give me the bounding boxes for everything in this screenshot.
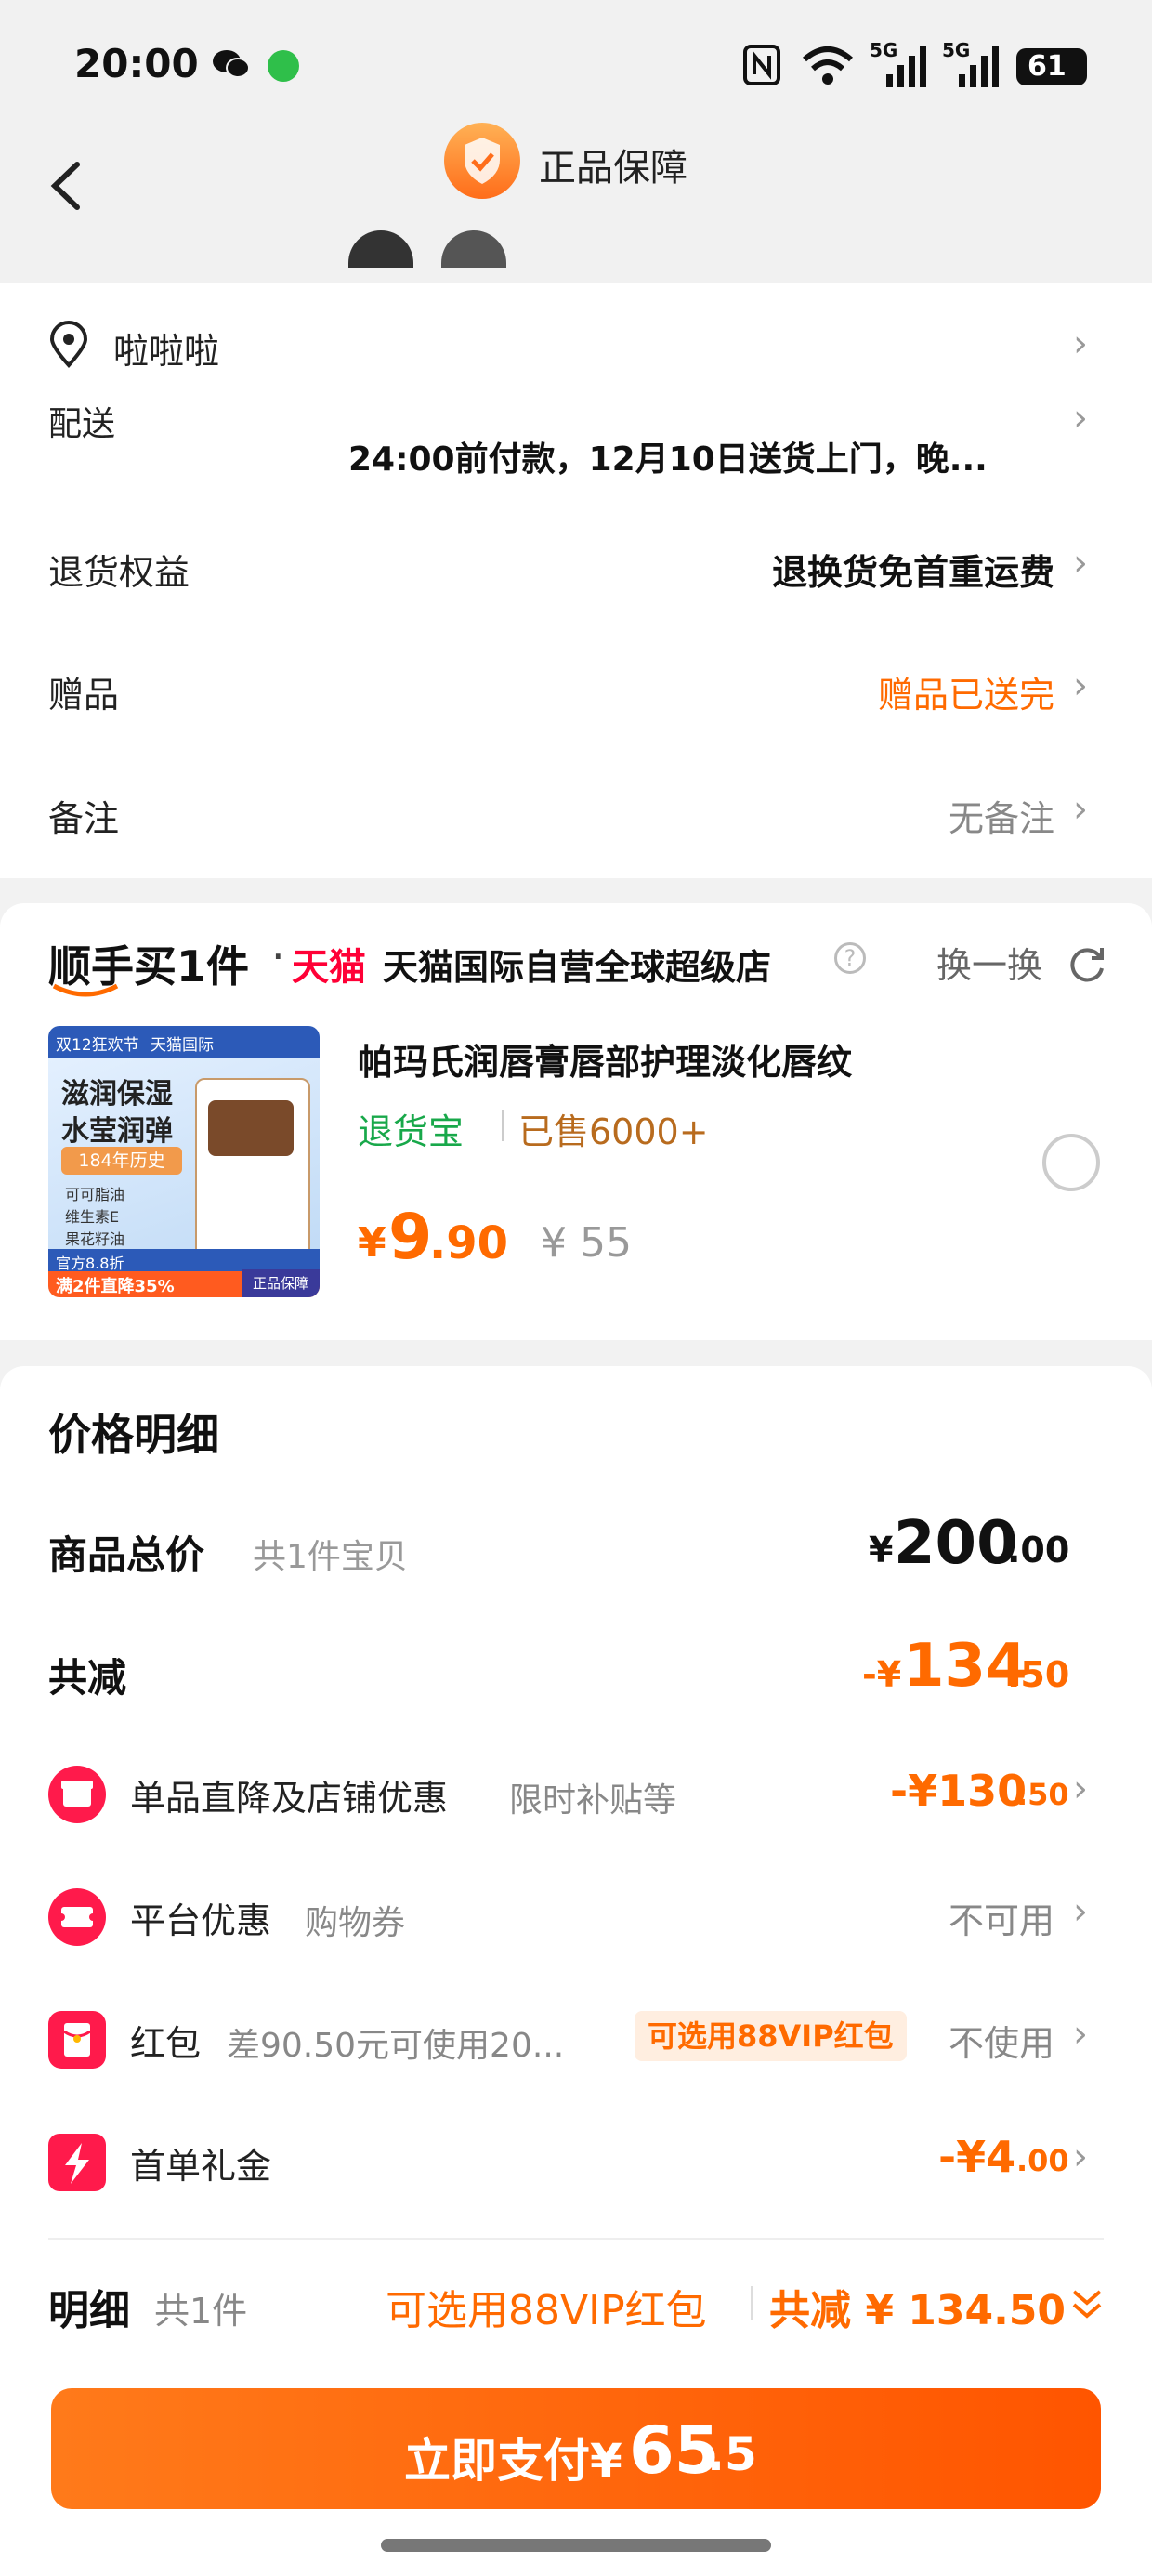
item-chevron-icon[interactable]: ›	[1073, 1768, 1088, 1810]
price-integer: 9	[388, 1201, 433, 1274]
page-header: 正品保障	[0, 112, 1152, 283]
item-label: 单品直降及店铺优惠	[130, 1778, 449, 1819]
help-icon[interactable]: ?	[834, 942, 866, 974]
note-label: 备注	[48, 798, 120, 839]
location-pin-icon	[48, 321, 89, 369]
tmall-brand: 天猫	[292, 946, 366, 989]
signal-1-icon: 5G	[870, 39, 927, 87]
sold-count: 已售6000+	[518, 1111, 709, 1152]
item-value-decimal: .50	[1016, 1777, 1069, 1812]
summary-total-discount[interactable]: 共减 ¥ 134.50	[769, 2277, 1066, 2336]
total-symbol: ¥	[869, 1530, 894, 1571]
order-info-card: 啦啦啦 › 配送 24:00前付款，12月10日送货上门，晚... › 退货权益…	[0, 283, 1152, 878]
total-decimal: .00	[1007, 1530, 1070, 1571]
home-indicator[interactable]	[381, 2539, 771, 2552]
ticket-icon	[48, 1888, 106, 1946]
refresh-icon[interactable]	[1067, 942, 1107, 983]
total-sub: 共1件宝贝	[253, 1538, 408, 1576]
signal-2-icon: 5G	[942, 39, 1000, 87]
total-integer: 200	[894, 1509, 1018, 1578]
price-decimal: .90	[429, 1217, 509, 1269]
price-symbol: ¥	[358, 1219, 386, 1267]
item-value-decimal: .00	[1016, 2143, 1069, 2178]
wifi-icon	[801, 45, 855, 85]
lightning-gift-icon	[48, 2134, 106, 2191]
return-tag: 退货宝	[358, 1111, 465, 1152]
discount-label: 共减	[48, 1655, 127, 1701]
product-image[interactable]: 双12狂欢节 天猫国际 滋润保湿 水莹润弹 184年历史 可可脂油 维生素E 果…	[48, 1026, 320, 1297]
wechat-icon	[212, 48, 251, 80]
delivery-value[interactable]: 24:00前付款，12月10日送货上门，晚...	[348, 432, 988, 480]
red-envelope-icon	[48, 2011, 106, 2069]
item-value[interactable]: 不可用	[949, 1892, 1054, 1943]
item-value[interactable]: -¥130	[890, 1766, 1027, 1816]
item-sub: 限时补贴等	[509, 1781, 677, 1820]
item-sub: 差90.50元可使用20...	[227, 2027, 565, 2065]
pay-amount-decimal: .5	[707, 2427, 757, 2481]
pay-label: 立即支付¥	[404, 2434, 622, 2488]
item-sub: 购物券	[305, 1904, 406, 1942]
total-label: 商品总价	[48, 1532, 205, 1578]
store-discount-icon	[48, 1766, 106, 1823]
item-value[interactable]: -¥4	[938, 2132, 1015, 2182]
smile-icon	[52, 982, 119, 999]
addon-card: 顺手买1件 · 天猫 天猫国际自营全球超级店 ? 换一换 双12狂欢节 天猫国际…	[0, 903, 1152, 1340]
store-name: 天猫国际自营全球超级店	[383, 947, 772, 988]
address-name[interactable]: 啦啦啦	[113, 322, 219, 374]
pay-amount-integer: 65	[629, 2412, 720, 2489]
swap-button[interactable]: 换一换	[936, 937, 1042, 988]
item-label: 红包	[130, 2023, 202, 2064]
delivery-chevron-icon[interactable]: ›	[1073, 397, 1088, 440]
shield-icon	[444, 123, 520, 199]
item-chevron-icon[interactable]: ›	[1073, 2013, 1088, 2056]
price-detail-title: 价格明细	[48, 1410, 219, 1460]
double-chevron-down-icon[interactable]	[1068, 2286, 1106, 2323]
gift-value[interactable]: 赠品已送完	[878, 666, 1054, 717]
returns-chevron-icon[interactable]: ›	[1073, 542, 1088, 585]
battery-icon: 61	[1016, 48, 1087, 85]
note-chevron-icon[interactable]: ›	[1073, 788, 1088, 831]
item-value[interactable]: 不使用	[949, 2015, 1054, 2066]
item-chevron-icon[interactable]: ›	[1073, 1890, 1088, 1933]
message-app-icon	[268, 50, 299, 82]
product-name[interactable]: 帕玛氏润唇膏唇部护理淡化唇纹	[358, 1033, 852, 1084]
select-radio[interactable]	[1042, 1134, 1100, 1191]
gift-chevron-icon[interactable]: ›	[1073, 664, 1088, 707]
avatar	[441, 230, 506, 268]
note-value[interactable]: 无备注	[949, 790, 1054, 841]
divider	[48, 2238, 1104, 2240]
header-title: 正品保障	[539, 147, 687, 190]
status-time: 20:00	[74, 41, 199, 86]
discount-decimal: .50	[1007, 1654, 1070, 1695]
item-label: 平台优惠	[130, 1900, 272, 1941]
delivery-label: 配送	[48, 405, 116, 443]
pay-button[interactable]: 立即支付¥ 65 .5	[51, 2388, 1101, 2509]
discount-symbol: -¥	[862, 1654, 902, 1695]
item-label: 首单礼金	[130, 2146, 272, 2187]
summary-vip[interactable]: 可选用88VIP红包	[386, 2277, 707, 2336]
back-button[interactable]	[42, 153, 88, 218]
returns-value[interactable]: 退换货免首重运费	[772, 544, 1054, 595]
item-chevron-icon[interactable]: ›	[1073, 2136, 1088, 2178]
address-chevron-icon[interactable]: ›	[1073, 322, 1088, 365]
original-price: ¥ 55	[541, 1219, 632, 1267]
summary-count: 共1件	[154, 2291, 248, 2332]
avatar	[348, 230, 413, 268]
vip-envelope-tag[interactable]: 可选用88VIP红包	[635, 2011, 907, 2061]
returns-label: 退货权益	[48, 552, 190, 593]
summary-label: 明细	[48, 2287, 130, 2334]
nfc-icon	[743, 45, 780, 85]
gift-label: 赠品	[48, 675, 120, 716]
